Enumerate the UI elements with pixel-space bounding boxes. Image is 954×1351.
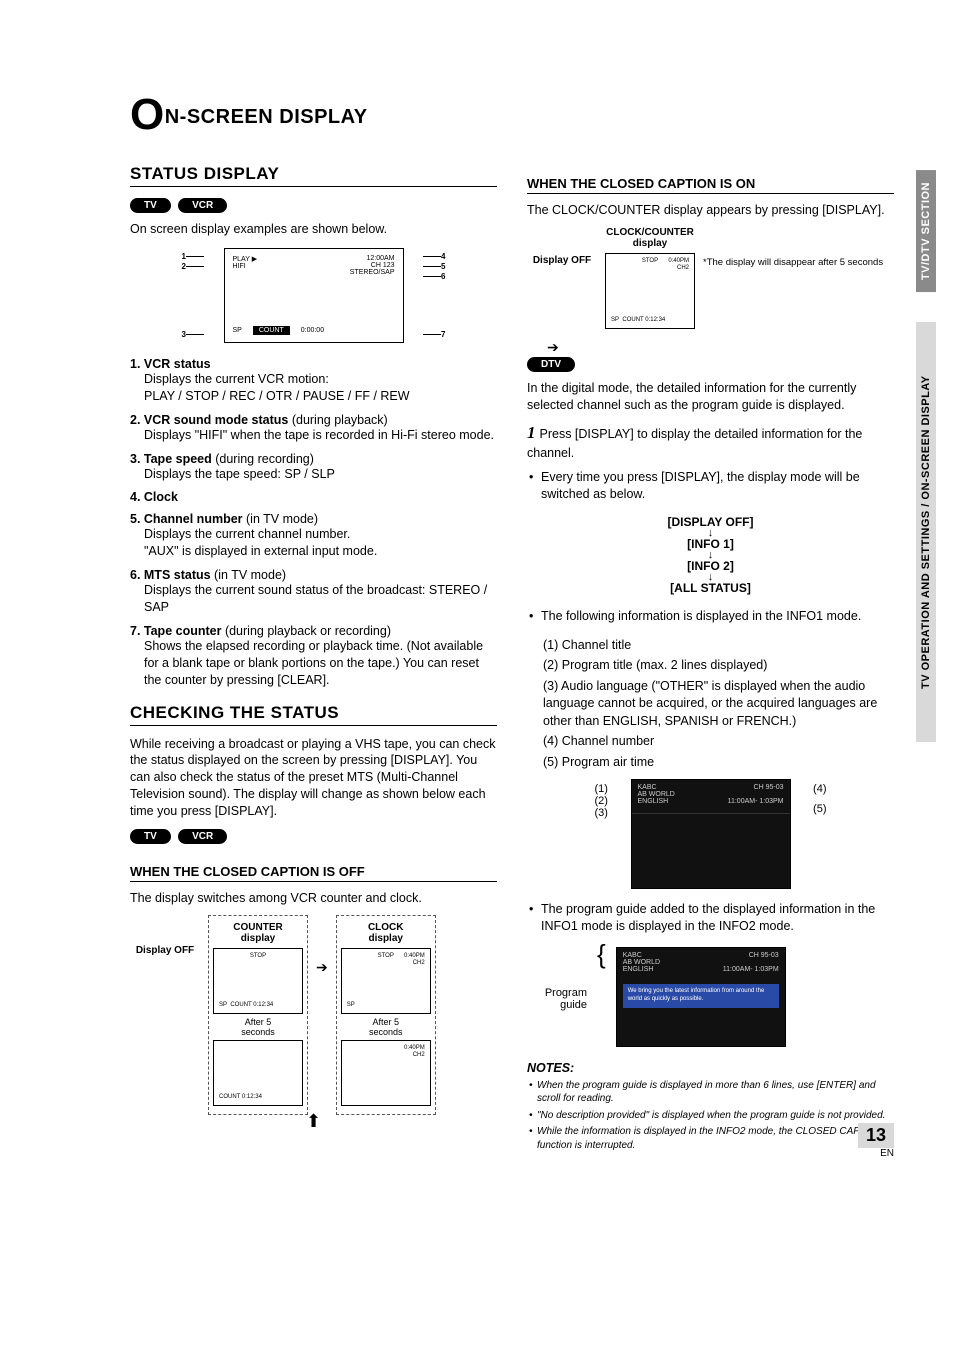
info1-screen: KABCCH 95-03 AB WORLD ENGLISH11:00AM- 1:… <box>631 779 791 889</box>
cc-off-flow: Display OFF COUNTER display STOP SP COUN… <box>130 915 497 1115</box>
osd-box: PLAY ▶ HIFI 12:00AM CH 123 STEREO/SAP SP… <box>224 248 404 343</box>
page-title: ON-SCREEN DISPLAY <box>130 90 894 140</box>
arrow-up-icon <box>130 1111 497 1132</box>
info2-intro: The program guide added to the displayed… <box>541 901 894 935</box>
clock-counter-screen: STOP 0:40PMCH2 SP COUNT 0:12:34 <box>605 253 695 329</box>
pill-vcr-2: VCR <box>178 829 227 844</box>
side-tab-chapter: TV OPERATION AND SETTINGS / ON-SCREEN DI… <box>916 322 936 742</box>
notes-title: NOTES: <box>527 1061 894 1075</box>
pill-tv-2: TV <box>130 829 171 844</box>
notes-list: When the program guide is displayed in m… <box>527 1079 894 1153</box>
status-display-heading: STATUS DISPLAY <box>130 164 497 187</box>
osd-example-diagram: 1 2 3 4 5 6 7 PLAY ▶ HIFI 12:00AM CH <box>184 248 444 343</box>
checking-intro: While receiving a broadcast or playing a… <box>130 736 497 820</box>
info1-intro: The following information is displayed i… <box>541 608 894 625</box>
mode-pills: TV VCR <box>130 197 497 221</box>
clock-screen-2: 0:40PMCH2 <box>341 1040 431 1106</box>
side-tab-section: TV/DTV SECTION <box>916 170 936 292</box>
status-intro: On screen display examples are shown bel… <box>130 221 497 238</box>
pill-vcr: VCR <box>178 198 227 213</box>
arrow-right-icon-2 <box>547 339 894 356</box>
cc-on-intro: The CLOCK/COUNTER display appears by pre… <box>527 202 894 219</box>
step-1: 1Press [DISPLAY] to display the detailed… <box>527 422 894 462</box>
status-items-list: 1. VCR statusDisplays the current VCR mo… <box>130 357 497 689</box>
brace-icon: { <box>597 947 606 963</box>
cc-on-title: WHEN THE CLOSED CAPTION IS ON <box>527 176 894 194</box>
left-column: STATUS DISPLAY TV VCR On screen display … <box>130 164 497 1155</box>
page-number: 13 EN <box>858 1123 894 1159</box>
step-1-bullet: Every time you press [DISPLAY], the disp… <box>541 469 894 503</box>
arrow-right-icon <box>316 915 328 981</box>
checking-heading: CHECKING THE STATUS <box>130 703 497 726</box>
cc-off-intro: The display switches among VCR counter a… <box>130 890 497 907</box>
display-cycle: [DISPLAY OFF]↓ [INFO 1]↓ [INFO 2]↓ [ALL … <box>527 515 894 596</box>
cc-off-title: WHEN THE CLOSED CAPTION IS OFF <box>130 864 497 882</box>
mode-pills-2: TV VCR <box>130 828 497 852</box>
dtv-intro: In the digital mode, the detailed inform… <box>527 380 894 414</box>
pill-tv: TV <box>130 198 171 213</box>
info1-list: (1) Channel title (2) Program title (max… <box>527 637 894 772</box>
counter-screen: STOP SP COUNT 0:12:34 <box>213 948 303 1014</box>
disappear-note: *The display will disappear after 5 seco… <box>703 227 883 269</box>
right-column: WHEN THE CLOSED CAPTION IS ON The CLOCK/… <box>527 164 894 1155</box>
pill-dtv: DTV <box>527 357 575 372</box>
info2-row: Program guide { KABCCH 95-03 AB WORLD EN… <box>527 947 894 1047</box>
info2-screen: KABCCH 95-03 AB WORLD ENGLISH11:00AM- 1:… <box>616 947 786 1047</box>
side-tabs: TV/DTV SECTION TV OPERATION AND SETTINGS… <box>916 170 936 742</box>
cc-on-flow: Display OFF CLOCK/COUNTER display STOP 0… <box>527 227 894 329</box>
counter-screen-2: COUNT 0:12:34 <box>213 1040 303 1106</box>
clock-screen: STOP 0:40PMCH2 SP <box>341 948 431 1014</box>
info1-screen-wrapper: (1) (2) (3) (4) (5) KABCCH 95-03 AB WORL… <box>601 779 821 889</box>
